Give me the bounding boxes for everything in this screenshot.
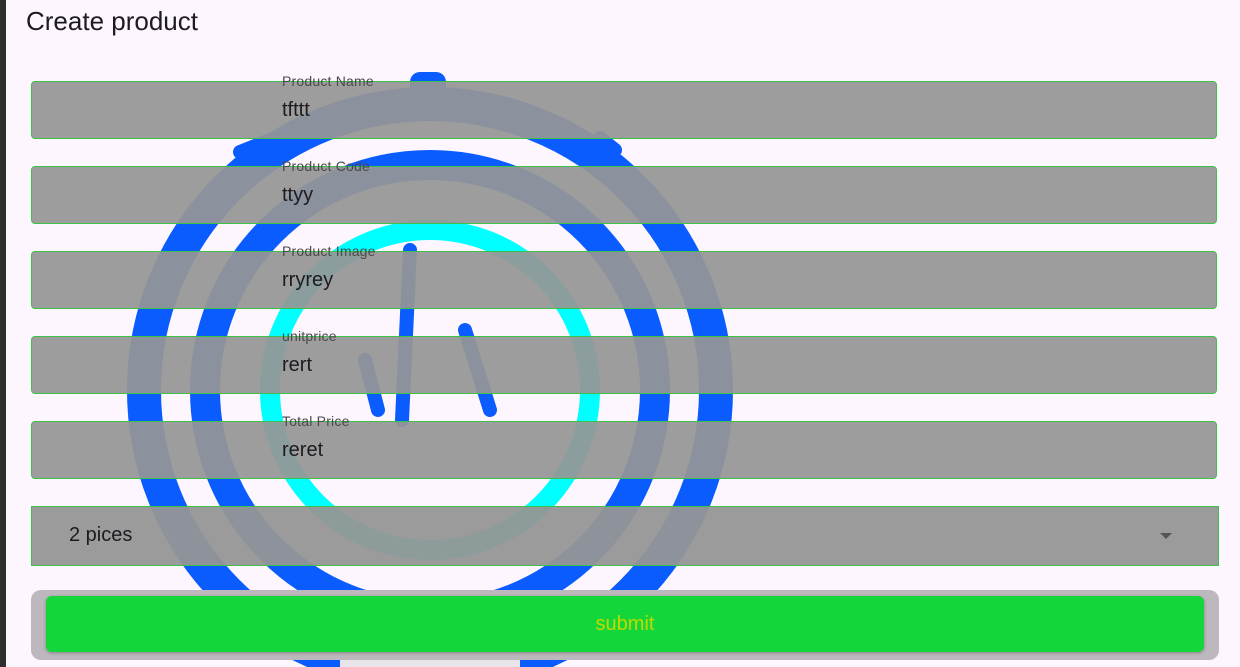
quantity-dropdown[interactable]: 2 pices: [31, 506, 1219, 566]
submit-button[interactable]: submit: [46, 596, 1204, 652]
submit-container: submit: [31, 590, 1219, 660]
product-code-input[interactable]: ttyy: [282, 184, 313, 207]
chevron-down-icon[interactable]: [1160, 533, 1172, 539]
total-price-label: Total Price: [282, 413, 350, 429]
unitprice-label: unitprice: [282, 328, 337, 344]
unitprice-field[interactable]: unitprice rert: [31, 328, 1217, 394]
product-name-input[interactable]: tfttt: [282, 99, 310, 122]
product-name-field[interactable]: Product Name tfttt: [31, 73, 1217, 139]
total-price-field[interactable]: Total Price reret: [31, 413, 1217, 479]
page-title: Create product: [26, 6, 198, 36]
total-price-input[interactable]: reret: [282, 439, 323, 462]
product-image-label: Product Image: [282, 243, 376, 259]
product-code-label: Product Code: [282, 158, 371, 174]
create-product-page: Create product Product Name tfttt Produc…: [0, 0, 1240, 667]
quantity-selected-value: 2 pices: [69, 524, 133, 546]
product-image-field[interactable]: Product Image rryrey: [31, 243, 1217, 309]
window-left-edge: [0, 0, 6, 667]
unitprice-input[interactable]: rert: [282, 354, 312, 377]
product-image-input[interactable]: rryrey: [282, 269, 333, 292]
product-name-label: Product Name: [282, 73, 374, 89]
product-code-field[interactable]: Product Code ttyy: [31, 158, 1217, 224]
